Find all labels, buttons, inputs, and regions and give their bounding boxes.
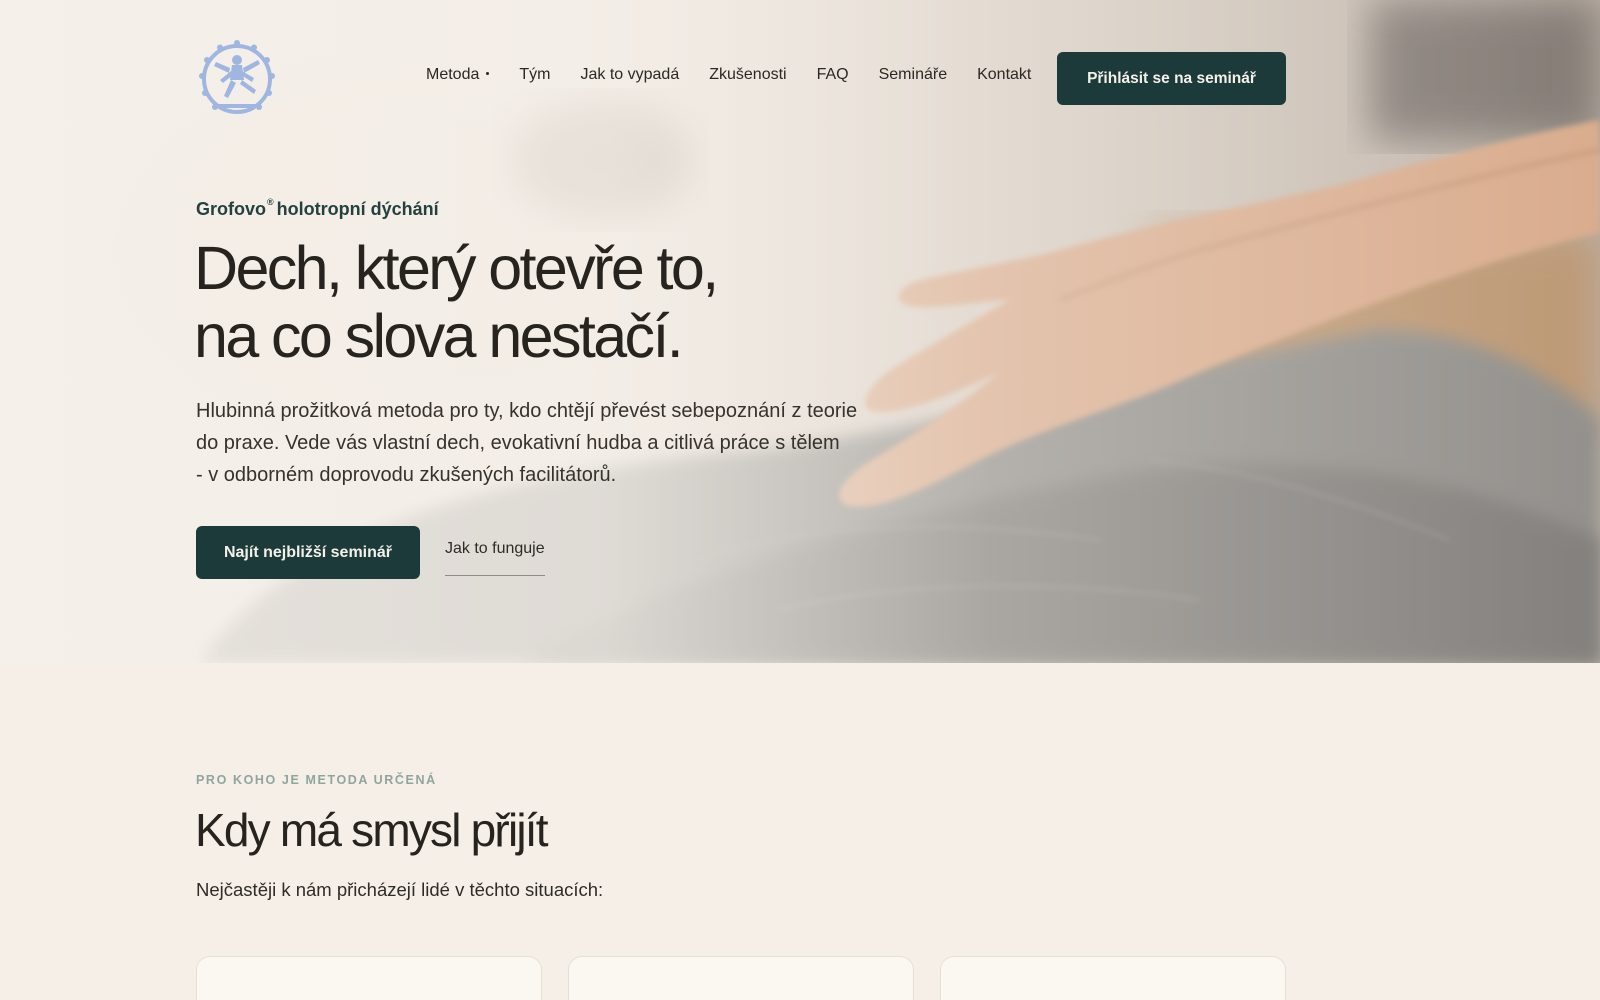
dancing-shiva-logo-icon[interactable] [196,38,278,120]
hero-lead-line: do praxe. Vede vás vlastní dech, evokati… [196,432,840,454]
brand-descriptor: holotropní dýchání [276,199,439,219]
situation-card [940,956,1286,1000]
brand-name: Grofovo [196,199,266,219]
nav-item-jak-to-vypada[interactable]: Jak to vypadá [580,66,679,84]
situation-card [196,956,542,1000]
hero-title: Dech, který otevře to, na co slova nesta… [194,234,719,370]
nav-item-faq[interactable]: FAQ [817,66,849,84]
nav-item-seminare[interactable]: Semináře [879,66,947,84]
submenu-dot-icon [486,72,490,76]
site-header: Metoda Tým Jak to vypadá Zkušenosti FAQ … [196,38,1286,120]
registered-mark: ® [267,197,274,207]
hero-eyebrow: Grofovo® holotropní dýchání [196,197,439,220]
section-subtitle: Nejčastěji k nám přicházejí lidé v těcht… [196,879,604,900]
section-eyebrow: PRO KOHO JE METODA URČENÁ [196,773,437,787]
nav-item-tym[interactable]: Tým [519,66,550,84]
hero-lead-line: - v odborném doprovodu zkušených facilit… [196,464,617,486]
nav-item-label: Metoda [426,66,480,83]
how-it-works-link[interactable]: Jak to funguje [445,540,545,576]
situation-card [568,956,914,1000]
find-nearest-seminar-button[interactable]: Najít nejbližší seminář [196,526,420,579]
hero-lead: Hlubinná prožitková metoda pro ty, kdo c… [196,395,936,491]
hero-title-line: na co slova nestačí. [194,302,684,370]
section-title: Kdy má smysl přijít [195,804,549,856]
nav-item-kontakt[interactable]: Kontakt [977,66,1031,84]
hero-lead-line: Hlubinná prožitková metoda pro ty, kdo c… [196,400,858,422]
nav-item-zkusenosti[interactable]: Zkušenosti [709,66,786,84]
hero-title-line: Dech, který otevře to, [194,234,719,302]
main-navigation: Metoda Tým Jak to vypadá Zkušenosti FAQ … [426,66,1061,84]
signup-seminar-button[interactable]: Přihlásit se na seminář [1057,52,1286,105]
nav-item-metoda[interactable]: Metoda [426,66,490,84]
